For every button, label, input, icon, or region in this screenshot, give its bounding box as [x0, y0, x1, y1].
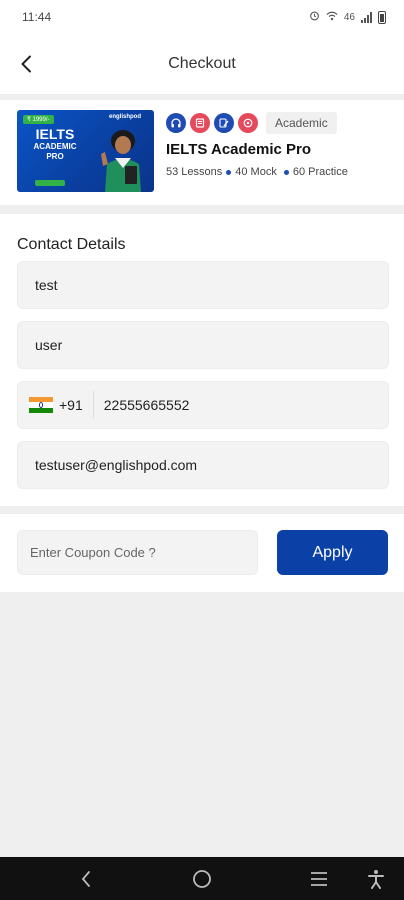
thumbnail-cta — [35, 180, 65, 186]
book-icon — [190, 113, 210, 133]
nav-accessibility-button[interactable] — [364, 867, 388, 891]
nav-back-icon — [81, 871, 90, 887]
last-name-value: user — [35, 337, 63, 353]
thumbnail-title-line1: IELTS — [35, 126, 75, 142]
signal-icon — [361, 11, 372, 23]
course-card: ₹ 1999/- englishpod IELTS ACADEMIC PRO A… — [0, 100, 404, 205]
pencil-icon — [214, 113, 234, 133]
stat-mock: 40 Mock — [235, 166, 277, 178]
status-time: 11:44 — [22, 10, 52, 24]
course-feature-row: Academic — [166, 112, 337, 134]
email-value: testuser@englishpod.com — [35, 457, 198, 473]
wifi-icon — [326, 11, 338, 24]
student-illustration — [101, 130, 141, 192]
phone-number-value: 22555665552 — [103, 397, 190, 413]
stat-lessons: 53 Lessons — [166, 166, 223, 178]
thumbnail-price-tag: ₹ 1999/- — [23, 115, 54, 124]
app-header: Checkout — [0, 34, 404, 94]
alarm-icon — [309, 10, 320, 24]
nav-recents-button[interactable] — [307, 867, 331, 891]
chevron-left-icon — [21, 55, 31, 73]
phone-divider — [92, 391, 94, 419]
nav-home-button[interactable] — [190, 867, 214, 891]
first-name-value: test — [35, 277, 58, 293]
stat-practice: 60 Practice — [292, 166, 348, 178]
network-label: 46 — [343, 11, 355, 23]
stat-separator — [283, 169, 289, 175]
phone-field[interactable]: +91 22555665552 — [17, 381, 389, 429]
coupon-code-input[interactable] — [17, 530, 258, 575]
headphones-icon — [166, 113, 186, 133]
apply-coupon-button[interactable]: Apply — [277, 530, 388, 575]
accessibility-icon — [368, 870, 384, 889]
last-name-field[interactable]: user — [17, 321, 389, 369]
contact-details-title: Contact Details — [17, 236, 126, 253]
course-stats: 53 Lessons 40 Mock 60 Practice — [166, 166, 348, 178]
thumbnail-title-line2: ACADEMIC — [33, 142, 77, 151]
nav-home-icon — [193, 870, 211, 888]
system-navigation-bar — [0, 857, 404, 900]
back-button[interactable] — [14, 50, 38, 78]
first-name-field[interactable]: test — [17, 261, 389, 309]
status-bar: 11:44 46 — [0, 0, 404, 34]
thumbnail-title: IELTS ACADEMIC PRO — [23, 127, 87, 161]
contact-details-section: Contact Details test user +91 2255566555… — [0, 214, 404, 506]
nav-recents-icon — [311, 872, 327, 886]
course-thumbnail: ₹ 1999/- englishpod IELTS ACADEMIC PRO — [17, 110, 154, 192]
coupon-section: Apply — [0, 514, 404, 592]
status-icons: 46 — [309, 10, 386, 24]
course-category-badge: Academic — [266, 112, 337, 134]
india-flag-icon[interactable] — [29, 397, 53, 413]
thumbnail-title-line3: PRO — [46, 152, 64, 161]
battery-icon — [378, 10, 386, 24]
thumbnail-brand: englishpod — [109, 114, 141, 120]
page-title: Checkout — [168, 55, 236, 72]
email-field[interactable]: testuser@englishpod.com — [17, 441, 389, 489]
chat-icon — [238, 113, 258, 133]
stat-separator — [226, 169, 232, 175]
nav-back-button[interactable] — [74, 867, 98, 891]
country-code[interactable]: +91 — [59, 397, 93, 413]
course-name: IELTS Academic Pro — [166, 141, 312, 158]
